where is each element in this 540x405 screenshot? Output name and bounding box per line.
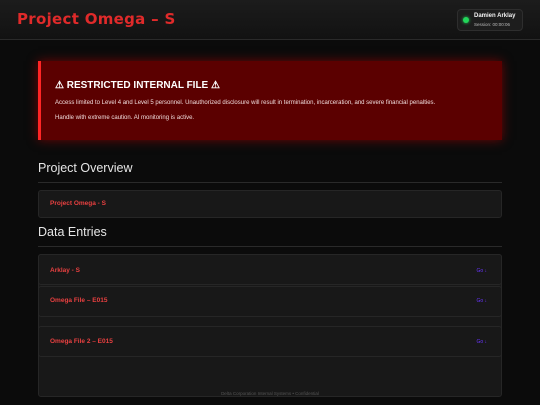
alert-title: ⚠ RESTRICTED INTERNAL FILE ⚠	[55, 80, 220, 91]
alert-access-notice: Access limited to Level 4 and Level 5 pe…	[55, 100, 436, 106]
overview-card-label: Project Omega - S	[50, 200, 106, 207]
data-entry-row[interactable]: Omega File 2 – E015 Go ↓	[38, 326, 502, 357]
project-overview-heading: Project Overview	[38, 161, 502, 183]
app-title: Project Omega – S	[17, 10, 176, 28]
data-entry-row[interactable]: Omega File – E015 Go ↓	[38, 286, 502, 317]
go-link[interactable]: Go ↓	[476, 339, 487, 345]
data-entry-label: Arklay - S	[50, 267, 80, 274]
go-link[interactable]: Go ↓	[476, 268, 487, 274]
online-status-icon	[463, 17, 469, 23]
restricted-file-alert: ⚠ RESTRICTED INTERNAL FILE ⚠ Access limi…	[38, 61, 502, 140]
top-bar: Project Omega – S Damien Arklay Session:…	[0, 0, 540, 40]
data-entries-heading: Data Entries	[38, 225, 502, 247]
footer-text: Delta Corporation Internal Systems • Con…	[221, 391, 319, 396]
overview-card: Project Omega - S	[38, 190, 502, 218]
alert-caution-notice: Handle with extreme caution. AI monitori…	[55, 115, 195, 121]
data-entry-row[interactable]: Arklay - S Go ↓	[38, 254, 502, 285]
user-name: Damien Arklay	[474, 13, 516, 19]
user-session-chip[interactable]: Damien Arklay Session: 00:00:06	[457, 9, 523, 31]
go-link[interactable]: Go ↓	[476, 298, 487, 304]
session-timer: Session: 00:00:06	[474, 22, 511, 27]
data-entry-label: Omega File – E015	[50, 297, 108, 304]
data-entry-label: Omega File 2 – E015	[50, 338, 113, 345]
